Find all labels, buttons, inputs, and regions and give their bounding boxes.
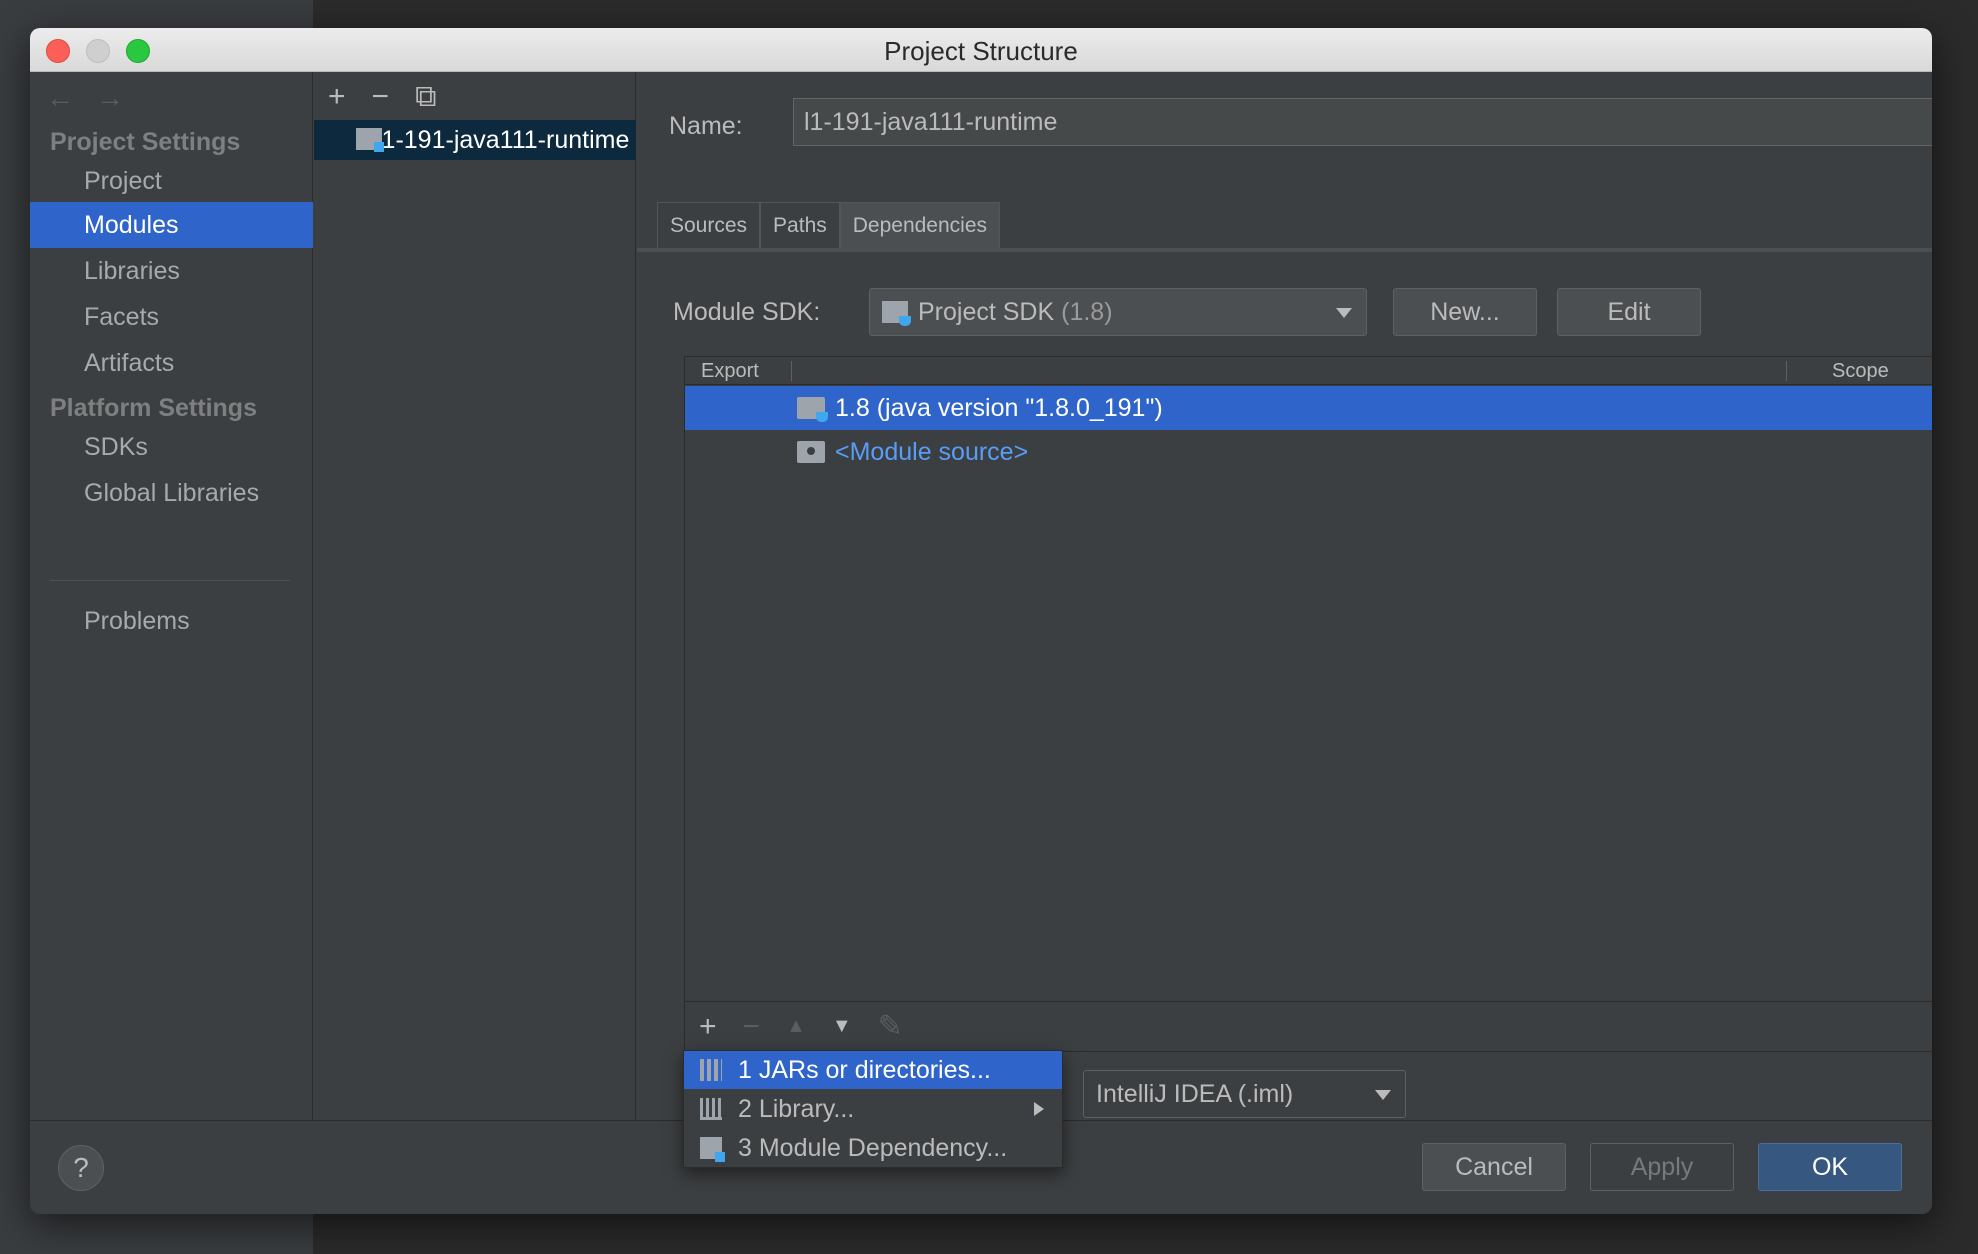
window-title: Project Structure — [884, 36, 1078, 66]
library-icon — [700, 1098, 722, 1120]
dependencies-table: Export Scope 1.8 (java version "1.8.0_19… — [684, 356, 1932, 1052]
module-name-field[interactable]: l1-191-java111-runtime — [793, 98, 1932, 146]
tab-sources[interactable]: Sources — [657, 202, 761, 248]
table-toolbar: + − ▲ ▼ ✎ — [685, 1001, 1932, 1051]
add-dependency-menu: 1 JARs or directories... 2 Library... 3 … — [683, 1050, 1063, 1168]
chevron-down-icon — [1375, 1090, 1391, 1100]
nav-arrows: ← → — [46, 82, 124, 114]
jdk-folder-icon — [797, 397, 828, 422]
module-tree-label: l1-191-java111-runtime — [376, 126, 630, 154]
menu-item-jars[interactable]: 1 JARs or directories... — [684, 1051, 1062, 1089]
jar-icon — [700, 1059, 722, 1081]
apply-button[interactable]: Apply — [1590, 1143, 1734, 1191]
edit-sdk-button[interactable]: Edit — [1557, 288, 1701, 336]
settings-sidebar: ← → Project Settings Project Modules Lib… — [30, 72, 313, 1120]
project-settings-header: Project Settings — [50, 128, 241, 156]
module-tree-item[interactable]: l1-191-java111-runtime — [314, 120, 636, 160]
menu-item-label: 1 JARs or directories... — [738, 1056, 991, 1084]
storage-format-dropdown[interactable]: IntelliJ IDEA (.iml) — [1083, 1070, 1406, 1118]
platform-settings-header: Platform Settings — [50, 394, 257, 422]
column-divider — [1786, 361, 1787, 381]
move-down-icon[interactable]: ▼ — [832, 1015, 852, 1038]
module-sdk-label: Module SDK: — [673, 298, 821, 326]
column-scope[interactable]: Scope — [1832, 357, 1889, 385]
move-up-icon[interactable]: ▲ — [786, 1015, 806, 1038]
source-folder-icon — [797, 441, 825, 463]
name-label: Name: — [669, 112, 743, 140]
menu-item-label: 2 Library... — [738, 1095, 855, 1123]
forward-arrow-icon[interactable]: → — [96, 82, 124, 114]
sidebar-item-modules[interactable]: Modules — [30, 202, 313, 248]
column-export[interactable]: Export — [701, 357, 759, 385]
edit-pencil-icon[interactable]: ✎ — [878, 1009, 903, 1044]
menu-item-module-dependency[interactable]: 3 Module Dependency... — [684, 1129, 1062, 1167]
sidebar-item-problems[interactable]: Problems — [30, 598, 313, 644]
add-dependency-icon[interactable]: + — [699, 1010, 717, 1044]
module-folder-icon — [356, 128, 384, 152]
dependency-label: 1.8 (java version "1.8.0_191") — [835, 394, 1163, 422]
copy-module-icon[interactable]: ⧉ — [415, 80, 436, 114]
sidebar-item-artifacts[interactable]: Artifacts — [30, 340, 313, 386]
sidebar-item-facets[interactable]: Facets — [30, 294, 313, 340]
cancel-button[interactable]: Cancel — [1422, 1143, 1566, 1191]
module-settings-panel: Name: l1-191-java111-runtime Sources Pat… — [637, 72, 1932, 1120]
help-button[interactable]: ? — [58, 1145, 104, 1191]
table-header: Export Scope — [685, 357, 1932, 385]
modules-toolbar: + − ⧉ — [328, 80, 436, 114]
module-icon — [700, 1137, 725, 1162]
module-sdk-dropdown[interactable]: Project SDK (1.8) — [869, 288, 1367, 336]
sdk-value: Project SDK — [918, 298, 1055, 326]
remove-module-icon[interactable]: − — [372, 80, 390, 114]
project-structure-dialog: Project Structure ← → Project Settings P… — [30, 28, 1932, 1214]
tab-paths[interactable]: Paths — [760, 202, 840, 248]
titlebar: Project Structure — [30, 28, 1932, 72]
table-row[interactable]: <Module source> — [685, 430, 1932, 474]
tab-dependencies[interactable]: Dependencies — [839, 202, 1001, 248]
modules-list-pane: + − ⧉ l1-191-java111-runtime — [314, 72, 636, 1120]
menu-item-label: 3 Module Dependency... — [738, 1134, 1008, 1162]
sidebar-divider — [50, 580, 290, 581]
column-divider — [791, 361, 792, 381]
back-arrow-icon[interactable]: ← — [46, 82, 74, 114]
sdk-version: (1.8) — [1061, 298, 1113, 326]
storage-format-value: IntelliJ IDEA (.iml) — [1096, 1080, 1294, 1108]
chevron-down-icon — [1336, 308, 1352, 318]
remove-dependency-icon[interactable]: − — [743, 1010, 761, 1044]
table-row[interactable]: 1.8 (java version "1.8.0_191") — [685, 386, 1932, 430]
tab-underline — [637, 248, 1932, 252]
add-module-icon[interactable]: + — [328, 80, 346, 114]
sidebar-item-global-libraries[interactable]: Global Libraries — [30, 470, 313, 516]
new-sdk-button[interactable]: New... — [1393, 288, 1537, 336]
ok-button[interactable]: OK — [1758, 1143, 1902, 1191]
dependency-label: <Module source> — [835, 438, 1029, 466]
sdk-folder-icon — [882, 301, 911, 326]
sidebar-item-project[interactable]: Project — [30, 158, 313, 204]
module-tabs: Sources Paths Dependencies — [657, 202, 1001, 248]
submenu-arrow-icon — [1034, 1102, 1044, 1116]
sidebar-item-libraries[interactable]: Libraries — [30, 248, 313, 294]
sidebar-item-sdks[interactable]: SDKs — [30, 424, 313, 470]
menu-item-library[interactable]: 2 Library... — [684, 1090, 1062, 1128]
